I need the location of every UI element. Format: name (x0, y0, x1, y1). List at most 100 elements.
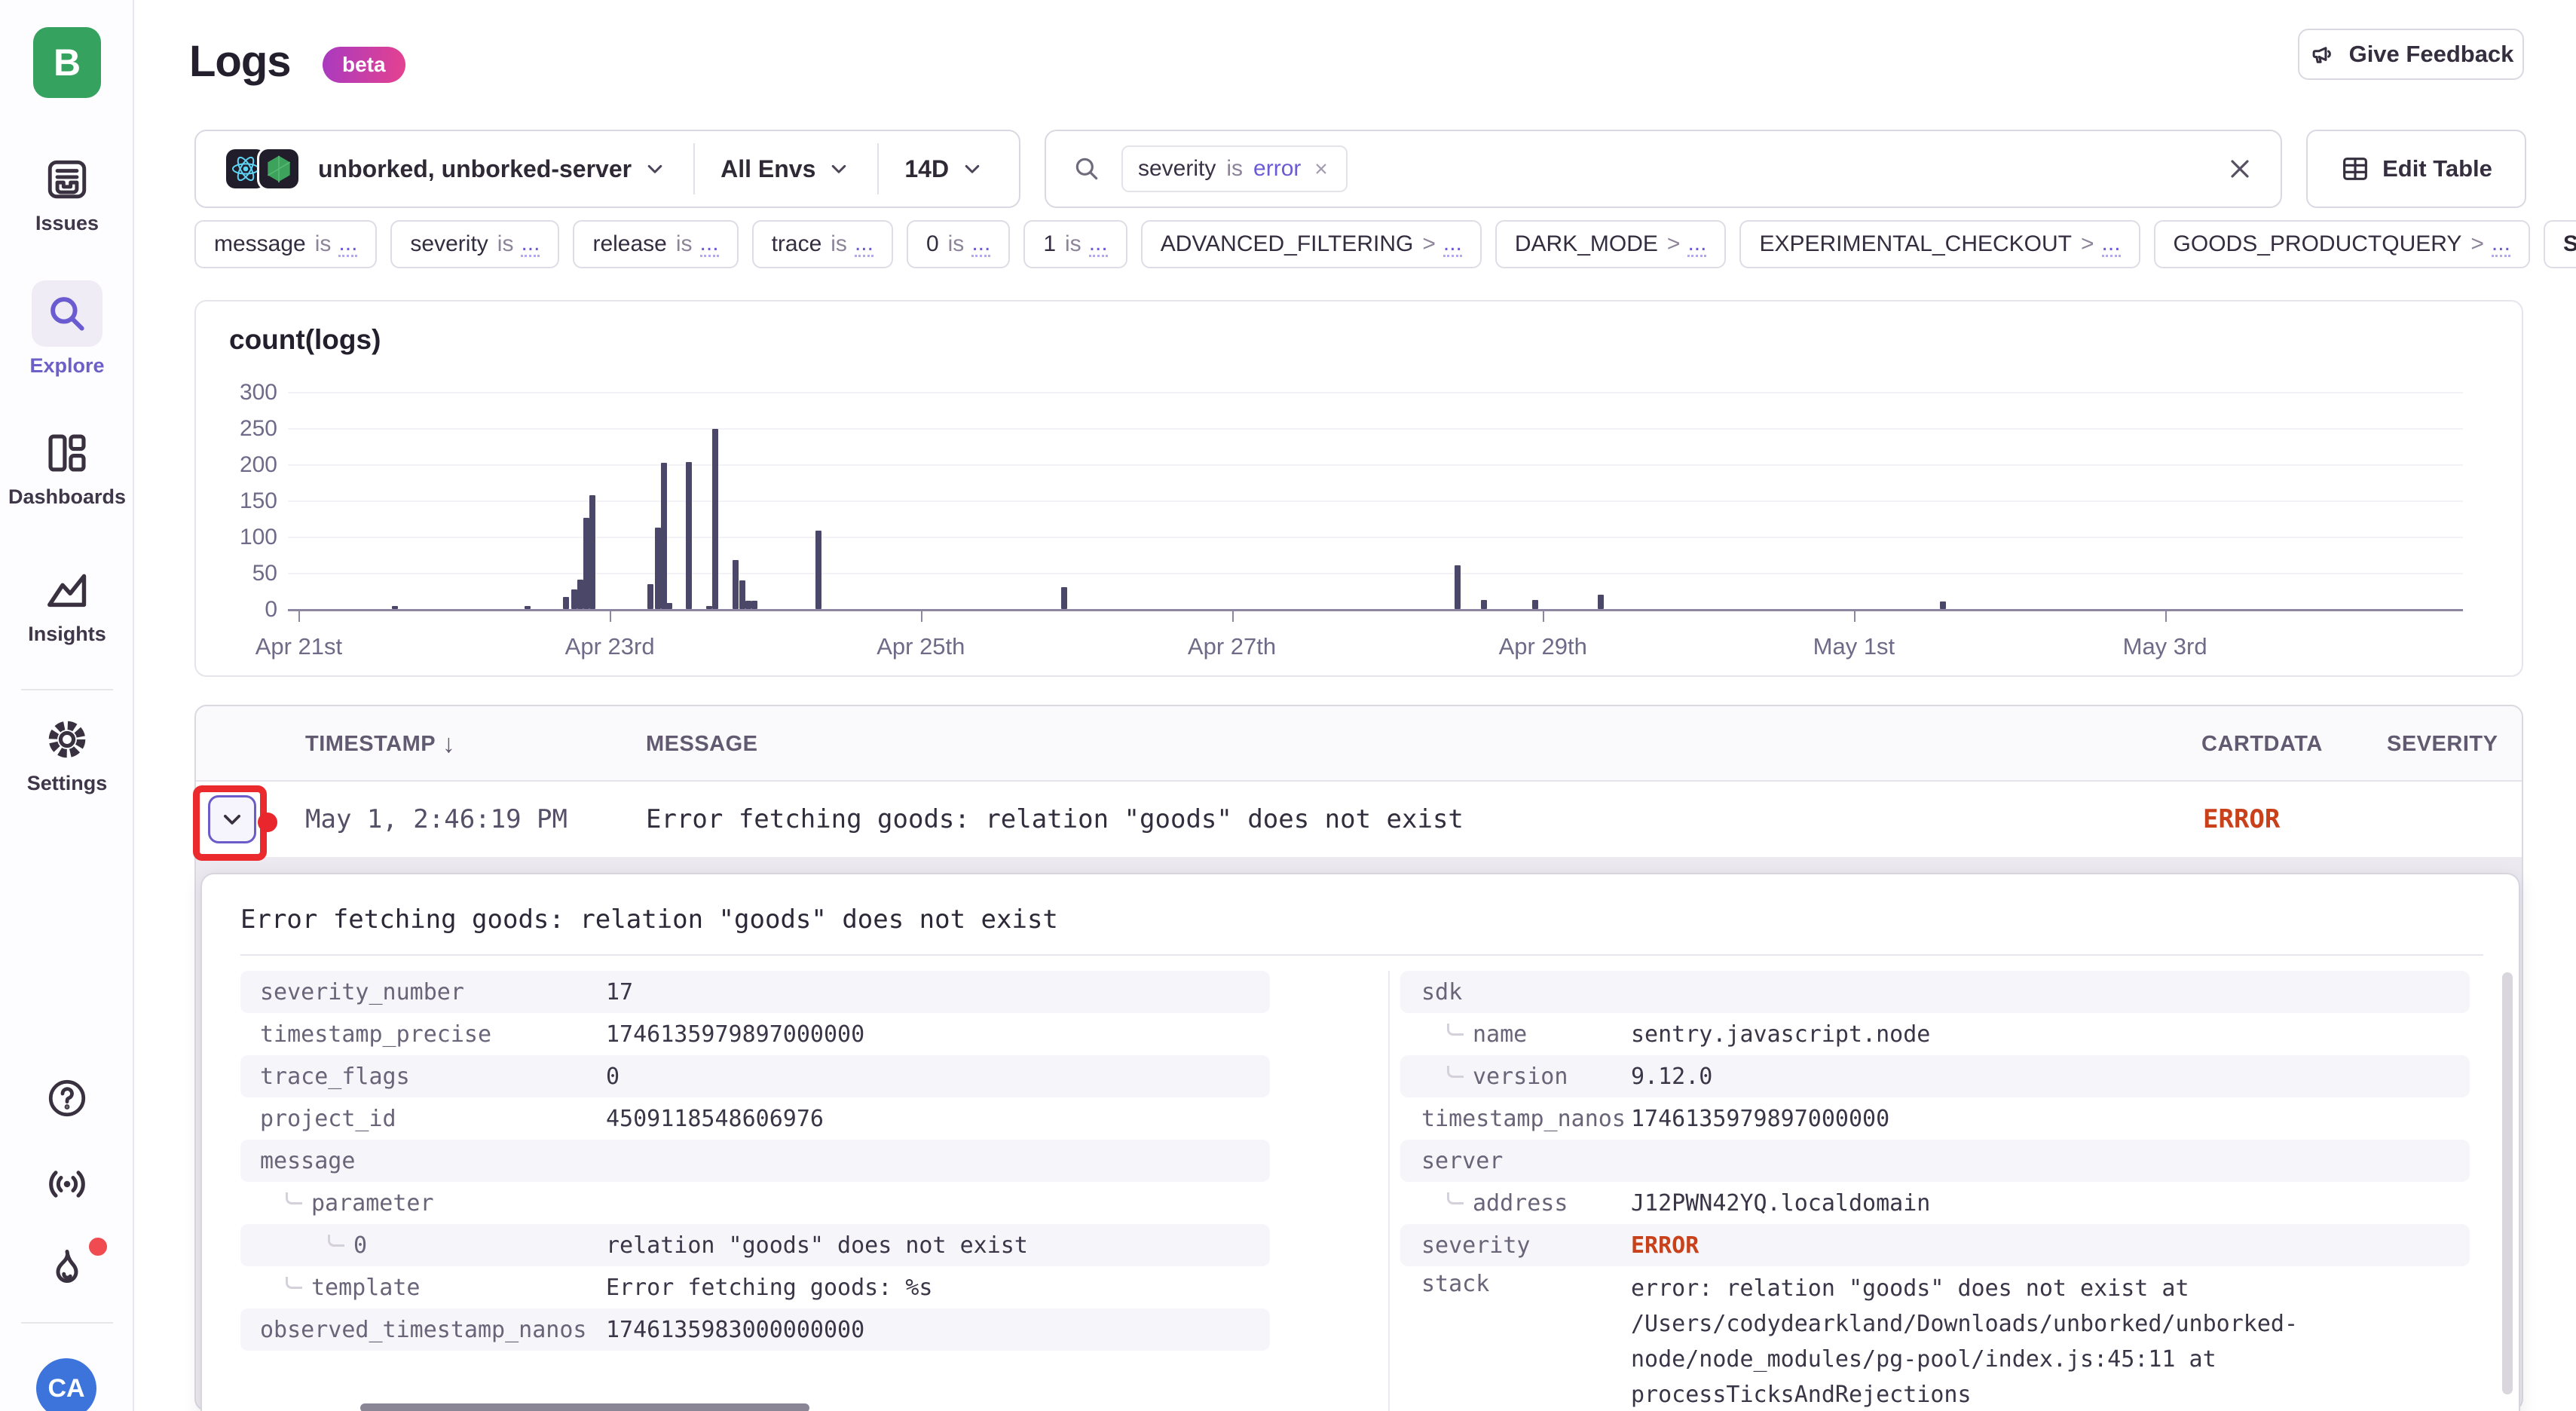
chart-bar (392, 606, 398, 609)
detail-key: stack (1400, 1271, 1631, 1297)
date-range-selector[interactable]: 14D (904, 155, 985, 183)
column-header-message[interactable]: MESSAGE (646, 706, 758, 782)
detail-right-row-name: namesentry.javascript.node (1400, 1013, 2470, 1055)
sidebar-item-label: Insights (28, 623, 106, 646)
y-tick-label: 300 (210, 380, 277, 406)
x-axis-line (288, 609, 2463, 611)
column-header-severity[interactable]: SEVERITY (2387, 706, 2498, 782)
detail-divider (240, 954, 2483, 956)
table-row[interactable]: May 1, 2:46:19 PM Error fetching goods: … (196, 782, 2522, 857)
environment-selector[interactable]: All Envs (720, 155, 852, 183)
chart-bar (1481, 600, 1487, 609)
detail-value: ERROR (1631, 1232, 1699, 1259)
column-header-timestamp[interactable]: TIMESTAMP ↓ (305, 706, 455, 782)
filter-bar: unborked, unborked-server All Envs 14D (194, 130, 1020, 208)
chart-title: count(logs) (229, 324, 381, 356)
give-feedback-label: Give Feedback (2349, 41, 2514, 68)
detail-left-row-message: message (240, 1140, 1270, 1182)
detail-value: sentry.javascript.node (1631, 1021, 1930, 1048)
y-tick-label: 250 (210, 416, 277, 442)
detail-left-row-parameter: parameter (240, 1182, 1270, 1224)
date-range-label: 14D (904, 155, 949, 183)
detail-right-row-version: version9.12.0 (1400, 1055, 2470, 1097)
megaphone-icon (2308, 40, 2337, 69)
gridline (288, 428, 2463, 430)
give-feedback-button[interactable]: Give Feedback (2298, 29, 2524, 80)
detail-left-row-project_id: project_id4509118548606976 (240, 1097, 1270, 1140)
whats-new-flame-icon[interactable] (42, 1244, 92, 1293)
chart-bar (589, 495, 595, 609)
chart-bar (733, 560, 739, 609)
x-tick-mark (2165, 611, 2167, 622)
y-tick-label: 0 (210, 597, 277, 623)
quick-filter-chip-1[interactable]: 1is... (1023, 220, 1127, 268)
sidebar-item-issues[interactable]: Issues (0, 155, 134, 235)
tree-connector (1447, 1192, 1464, 1204)
y-tick-label: 200 (210, 452, 277, 478)
token-operator: is (1226, 156, 1243, 182)
quick-filter-chip-release[interactable]: releaseis... (573, 220, 738, 268)
search-icon (1072, 154, 1102, 184)
sidebar-item-dashboards[interactable]: Dashboards (0, 428, 134, 509)
tree-connector (1447, 1066, 1464, 1078)
detail-left-row-0: 0relation "goods" does not exist (240, 1224, 1270, 1266)
beta-badge: beta (323, 47, 405, 83)
quick-filter-chip-EXPERIMENTAL_CHECKOUT[interactable]: EXPERIMENTAL_CHECKOUT>... (1739, 220, 2140, 268)
quick-filter-row: messageis... severityis... releaseis... tra… (194, 220, 2576, 268)
gridline (288, 392, 2463, 393)
sidebar-item-insights[interactable]: Insights (0, 565, 134, 646)
vertical-scrollbar[interactable] (2502, 972, 2513, 1394)
detail-left-row-severity_number: severity_number17 (240, 971, 1270, 1013)
table-icon (2340, 154, 2370, 184)
quick-filter-chip-0[interactable]: 0is... (907, 220, 1010, 268)
search-token-severity[interactable]: severity is error (1121, 145, 1348, 192)
avatar[interactable]: CA (36, 1358, 96, 1411)
quick-filter-chip-severity[interactable]: severityis... (390, 220, 559, 268)
chart-bar (571, 589, 577, 609)
chart-bar (739, 580, 745, 609)
sidebar-item-explore[interactable]: Explore (0, 280, 134, 378)
see-full-list-button[interactable]: See full list (2544, 220, 2576, 268)
search-bar[interactable]: severity is error (1045, 130, 2282, 208)
quick-filter-chip-trace[interactable]: traceis... (752, 220, 893, 268)
x-tick-label: Apr 27th (1188, 633, 1276, 660)
x-tick-mark (921, 611, 922, 622)
detail-key: address (1400, 1190, 1631, 1217)
help-icon[interactable] (42, 1073, 92, 1123)
chart-bar (1940, 601, 1946, 609)
horizontal-scrollbar[interactable] (360, 1403, 809, 1411)
detail-key: parameter (240, 1190, 606, 1217)
org-logo[interactable]: B (33, 27, 101, 98)
chart-bar (686, 462, 692, 609)
token-remove-icon[interactable] (1311, 159, 1331, 179)
annotation-highlight-box (193, 785, 267, 861)
chart-bar (1455, 565, 1461, 609)
sidebar-item-label: Settings (27, 772, 108, 795)
chart-bar (712, 429, 718, 609)
detail-key: severity_number (240, 979, 606, 1005)
sidebar-item-settings[interactable]: Settings (0, 715, 134, 795)
broadcast-icon[interactable] (42, 1159, 92, 1209)
x-tick-label: Apr 23rd (565, 633, 655, 660)
quick-filter-chip-message[interactable]: messageis... (194, 220, 377, 268)
detail-value: J12PWN42YQ.localdomain (1631, 1190, 1930, 1217)
sidebar-item-label: Explore (29, 354, 104, 378)
edit-table-button[interactable]: Edit Table (2306, 130, 2526, 208)
project-selector[interactable]: unborked, unborked-server (318, 155, 668, 183)
cell-message: Error fetching goods: relation "goods" d… (646, 782, 1464, 857)
column-header-cartdata[interactable]: CARTDATA (2201, 706, 2323, 782)
logs-page: B Issues Explore Dashboards Insights (0, 0, 2576, 1411)
detail-left-row-observed_timestamp_nanos: observed_timestamp_nanos1746135983000000… (240, 1308, 1270, 1351)
quick-filter-chip-ADVANCED_FILTERING[interactable]: ADVANCED_FILTERING>... (1141, 220, 1482, 268)
detail-key: observed_timestamp_nanos (240, 1317, 606, 1343)
clear-search-icon[interactable] (2225, 154, 2255, 184)
detail-value: 9.12.0 (1631, 1064, 1712, 1090)
detail-right-column: sdknamesentry.javascript.nodeversion9.12… (1388, 971, 2470, 1411)
quick-filter-chip-DARK_MODE[interactable]: DARK_MODE>... (1495, 220, 1727, 268)
issues-icon (42, 155, 92, 204)
quick-filter-chip-GOODS_PRODUCTQUERY[interactable]: GOODS_PRODUCTQUERY>... (2154, 220, 2530, 268)
detail-key: severity (1400, 1232, 1631, 1259)
node-platform-icon (259, 149, 298, 188)
sidebar-divider (21, 1322, 113, 1324)
token-key: severity (1138, 156, 1216, 182)
